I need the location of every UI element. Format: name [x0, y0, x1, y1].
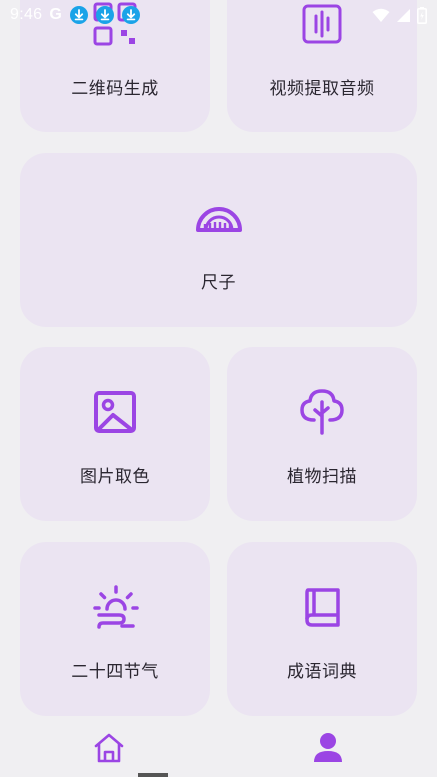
download-icon: [95, 6, 114, 24]
card-label: 尺子: [201, 272, 236, 293]
gesture-bar: [138, 773, 168, 777]
download-icon: [121, 6, 140, 24]
status-time: 9:46: [10, 6, 43, 23]
nav-profile-button[interactable]: [298, 725, 358, 771]
signal-icon: [397, 8, 410, 22]
google-g-icon: G: [49, 6, 62, 23]
card-label: 二维码生成: [71, 78, 159, 99]
card-plant-scan[interactable]: 植物扫描: [227, 347, 417, 521]
card-ruler[interactable]: 尺子: [20, 153, 417, 327]
system-status-icons: [372, 6, 427, 24]
card-label: 植物扫描: [287, 466, 357, 487]
image-icon: [94, 390, 136, 433]
card-idiom-dictionary[interactable]: 成语词典: [227, 542, 417, 716]
card-label: 成语词典: [287, 661, 357, 682]
battery-icon: [417, 6, 427, 24]
card-label: 二十四节气: [71, 661, 159, 682]
book-icon: [305, 587, 340, 627]
ruler-protractor-icon: [195, 206, 242, 232]
profile-icon: [313, 732, 342, 762]
card-label: 视频提取音频: [269, 78, 375, 99]
nav-home-button[interactable]: [79, 725, 139, 771]
status-bar: 9:46 G: [0, 0, 437, 30]
app-screen: 9:46 G 二维码生成 视频提取音频 尺子 图片取色 植物扫描 二十四节气 成…: [0, 0, 437, 777]
card-label: 图片取色: [80, 466, 150, 487]
wifi-icon: [372, 8, 390, 22]
card-image-color[interactable]: 图片取色: [20, 347, 210, 521]
tools-grid: 二维码生成 视频提取音频 尺子 图片取色 植物扫描 二十四节气 成语词典: [0, 0, 437, 720]
tree-icon: [300, 388, 344, 435]
sunrise-icon: [93, 584, 139, 629]
card-solar-terms[interactable]: 二十四节气: [20, 542, 210, 716]
download-icon: [69, 6, 88, 24]
home-icon: [94, 733, 124, 762]
bottom-nav: [0, 718, 437, 777]
